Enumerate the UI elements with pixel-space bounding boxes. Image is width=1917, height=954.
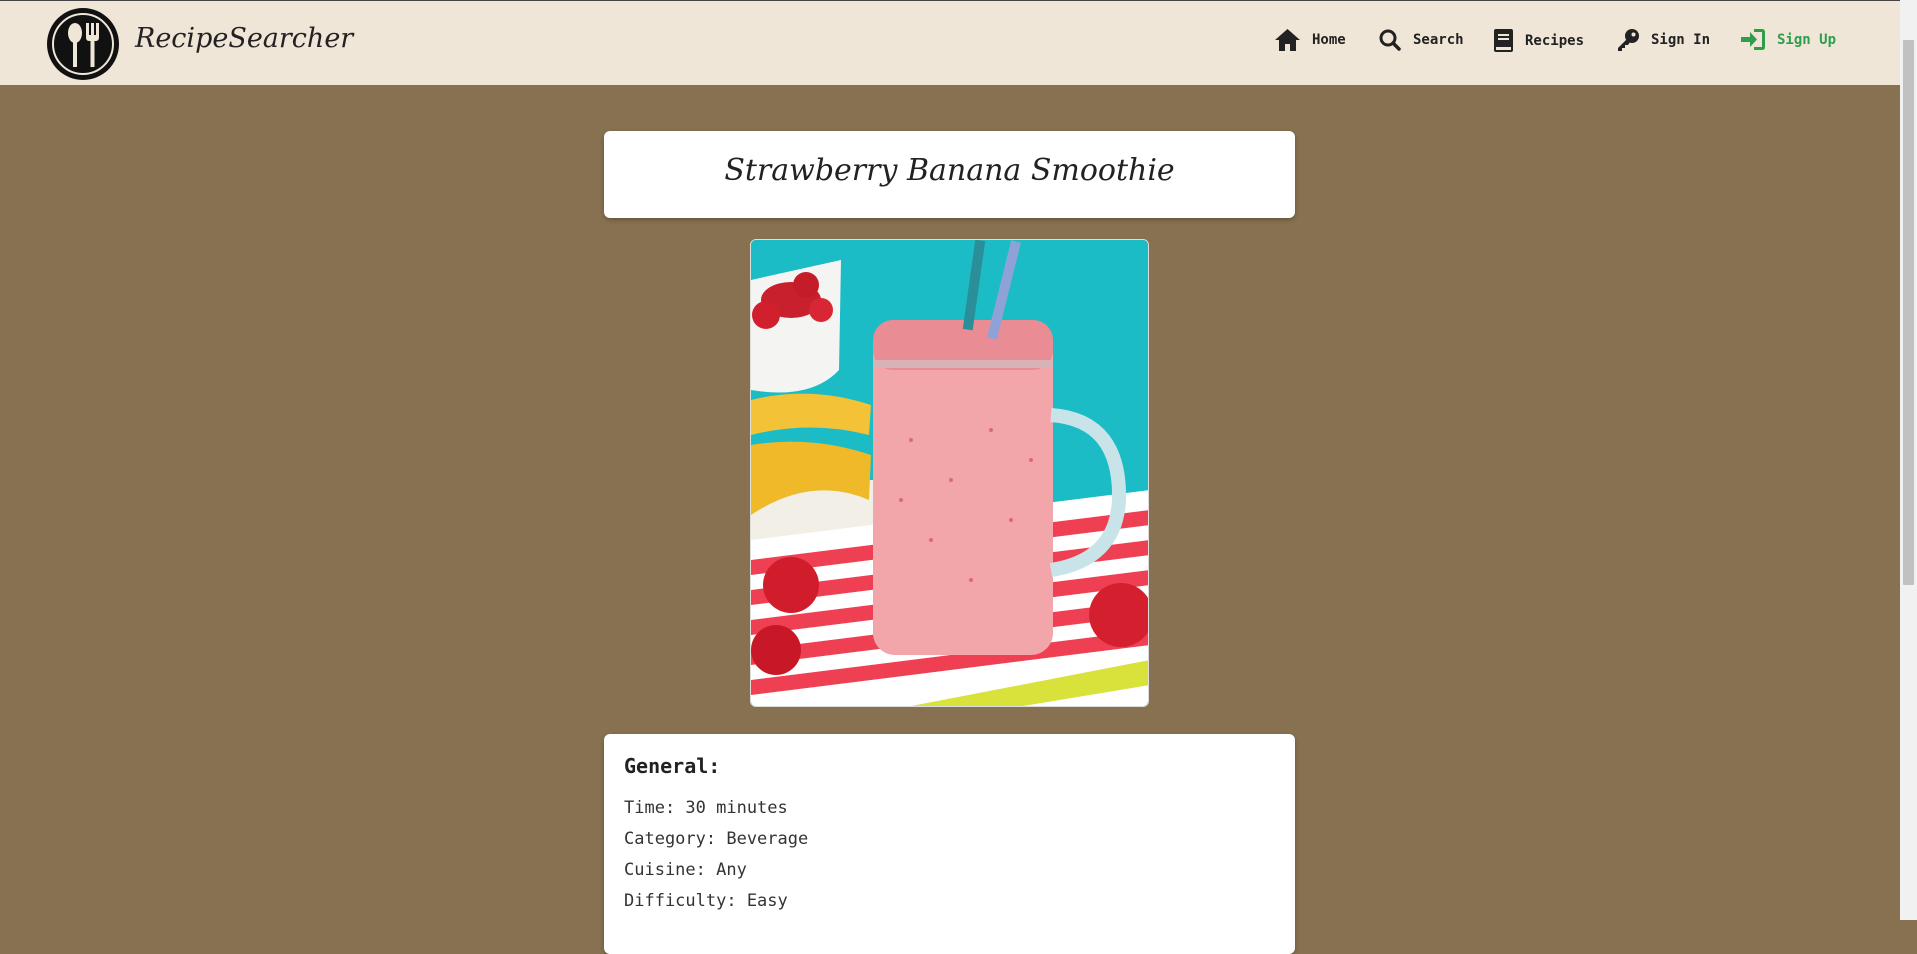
nav-home-label: Home [1312,32,1346,48]
nav-search-label: Search [1413,32,1464,48]
nav-sign-up-label: Sign Up [1777,31,1837,48]
nav-recipes[interactable]: Recipes [1494,29,1584,52]
nav-sign-in-label: Sign In [1651,32,1711,48]
top-navbar: RecipeSearcher Home Search Recipes Sign … [0,0,1900,85]
recipe-photo [750,239,1149,707]
scrollbar-thumb[interactable] [1903,40,1914,585]
home-icon [1275,29,1300,51]
general-heading: General: [624,754,721,778]
nav-sign-up[interactable]: Sign Up [1741,29,1836,50]
detail-category: Category: Beverage [624,829,809,849]
nav-sign-in[interactable]: Sign In [1617,29,1710,51]
page-scrollbar[interactable] [1900,0,1917,920]
book-icon [1494,29,1513,52]
nav-home[interactable]: Home [1275,29,1346,51]
detail-cuisine: Cuisine: Any [624,860,747,880]
sign-in-arrow-icon [1741,29,1765,50]
spoon-fork-icon [52,13,114,75]
general-info-card: General: Time: 30 minutes Category: Beve… [604,734,1295,954]
search-icon [1379,29,1401,51]
recipe-title: Strawberry Banana Smoothie [724,153,1175,188]
brand-name[interactable]: RecipeSearcher [135,23,353,54]
detail-difficulty: Difficulty: Easy [624,891,788,911]
nav-recipes-label: Recipes [1525,32,1585,49]
smoothie-image [751,240,1148,706]
key-icon [1618,29,1639,51]
recipe-title-card: Strawberry Banana Smoothie [604,131,1295,218]
nav-search[interactable]: Search [1379,29,1464,51]
logo[interactable] [47,8,119,80]
detail-time: Time: 30 minutes [624,798,788,818]
